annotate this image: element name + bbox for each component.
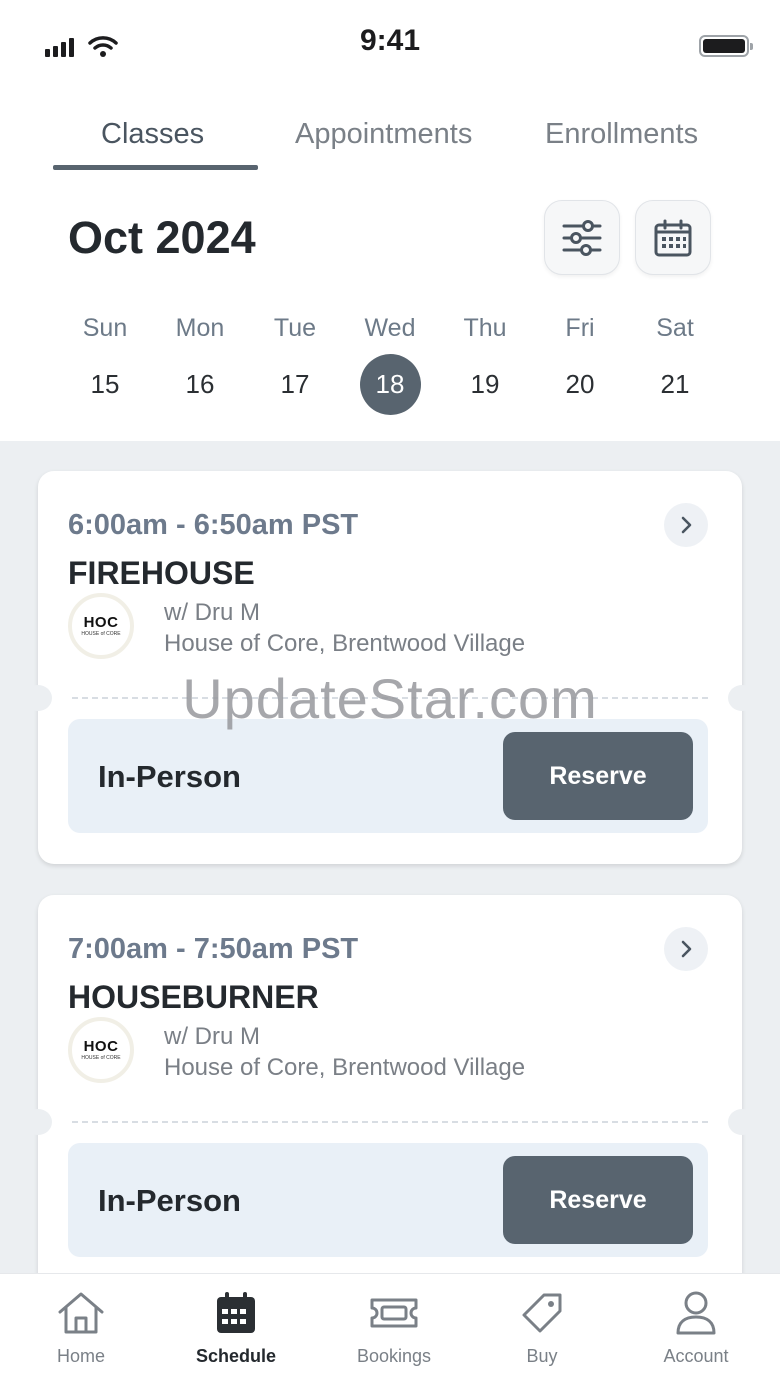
day-name: Thu: [463, 314, 507, 342]
tab-enrollments[interactable]: Enrollments: [545, 118, 698, 151]
bottom-nav: Home Schedule Bookings Buy Account: [0, 1273, 780, 1387]
nav-buy[interactable]: Buy: [472, 1274, 612, 1387]
booking-panel: In-Person Reserve: [68, 1143, 708, 1257]
nav-account[interactable]: Account: [626, 1274, 766, 1387]
class-time: 7:00am - 7:50am PST: [68, 933, 359, 965]
chevron-right-icon: [681, 940, 692, 958]
day-mon[interactable]: Mon 16: [155, 310, 245, 415]
status-time: 9:41: [359, 24, 421, 57]
day-name: Mon: [175, 314, 225, 342]
day-number: 15: [90, 369, 120, 399]
location: House of Core, Brentwood Village: [164, 1054, 526, 1081]
location: House of Core, Brentwood Village: [164, 630, 526, 657]
day-sun[interactable]: Sun 15: [60, 310, 150, 415]
tag-icon: [522, 1293, 562, 1333]
nav-label: Account: [663, 1346, 729, 1366]
home-icon: [58, 1292, 104, 1334]
day-number: 19: [470, 369, 500, 399]
reserve-button[interactable]: Reserve: [503, 732, 693, 820]
nav-label: Schedule: [195, 1346, 277, 1366]
studio-logo: HOC HOUSE of CORE: [68, 1017, 134, 1083]
calendar-icon: [654, 219, 692, 256]
details-button[interactable]: [664, 503, 708, 547]
class-list: 6:00am - 6:50am PST FIREHOUSE HOC HOUSE …: [0, 441, 780, 1291]
day-name: Fri: [565, 314, 595, 342]
dashed-divider: [72, 697, 708, 699]
day-name: Tue: [273, 314, 317, 342]
day-tue[interactable]: Tue 17: [250, 310, 340, 415]
day-number: 21: [660, 369, 690, 399]
day-name: Wed: [364, 314, 416, 342]
day-name: Sat: [656, 314, 694, 342]
class-card[interactable]: 7:00am - 7:50am PST HOUSEBURNER HOC HOUS…: [24, 895, 756, 1291]
day-wed-selected[interactable]: Wed 18: [345, 310, 435, 415]
day-number: 18: [359, 354, 421, 415]
day-number: 17: [280, 369, 310, 399]
tab-bar: Classes Appointments Enrollments: [0, 100, 780, 172]
month-title: Oct 2024: [68, 212, 256, 263]
nav-label: Home: [56, 1346, 105, 1366]
class-title: HOUSEBURNER: [68, 979, 319, 1015]
instructor: w/ Dru M: [164, 1023, 260, 1050]
battery-icon: [699, 35, 753, 57]
nav-home[interactable]: Home: [11, 1274, 151, 1387]
day-number: 20: [565, 369, 595, 399]
day-fri[interactable]: Fri 20: [535, 310, 625, 415]
day-sat[interactable]: Sat 21: [630, 310, 720, 415]
nav-bookings[interactable]: Bookings: [324, 1274, 464, 1387]
status-bar: 9:41: [0, 0, 780, 90]
class-card[interactable]: 6:00am - 6:50am PST FIREHOUSE HOC HOUSE …: [24, 471, 756, 864]
instructor: w/ Dru M: [164, 599, 260, 626]
tab-appointments[interactable]: Appointments: [295, 118, 472, 151]
ticket-icon: [370, 1298, 418, 1328]
reserve-button[interactable]: Reserve: [503, 1156, 693, 1244]
nav-label: Bookings: [356, 1346, 432, 1366]
chevron-right-icon: [681, 516, 692, 534]
user-icon: [676, 1291, 716, 1335]
sliders-icon: [562, 219, 602, 256]
class-type: In-Person: [98, 1183, 241, 1218]
studio-logo: HOC HOUSE of CORE: [68, 593, 134, 659]
active-tab-indicator: [53, 165, 258, 170]
day-thu[interactable]: Thu 19: [440, 310, 530, 415]
class-time: 6:00am - 6:50am PST: [68, 509, 359, 541]
calendar-icon: [217, 1292, 255, 1333]
nav-schedule[interactable]: Schedule: [166, 1274, 306, 1387]
dashed-divider: [72, 1121, 708, 1123]
filter-button[interactable]: [544, 200, 620, 275]
class-type: In-Person: [98, 759, 241, 794]
class-title: FIREHOUSE: [68, 555, 255, 591]
nav-label: Buy: [526, 1346, 558, 1366]
booking-panel: In-Person Reserve: [68, 719, 708, 833]
tab-classes[interactable]: Classes: [101, 118, 204, 151]
day-name: Sun: [82, 314, 128, 342]
details-button[interactable]: [664, 927, 708, 971]
calendar-picker-button[interactable]: [635, 200, 711, 275]
day-number: 16: [185, 369, 215, 399]
